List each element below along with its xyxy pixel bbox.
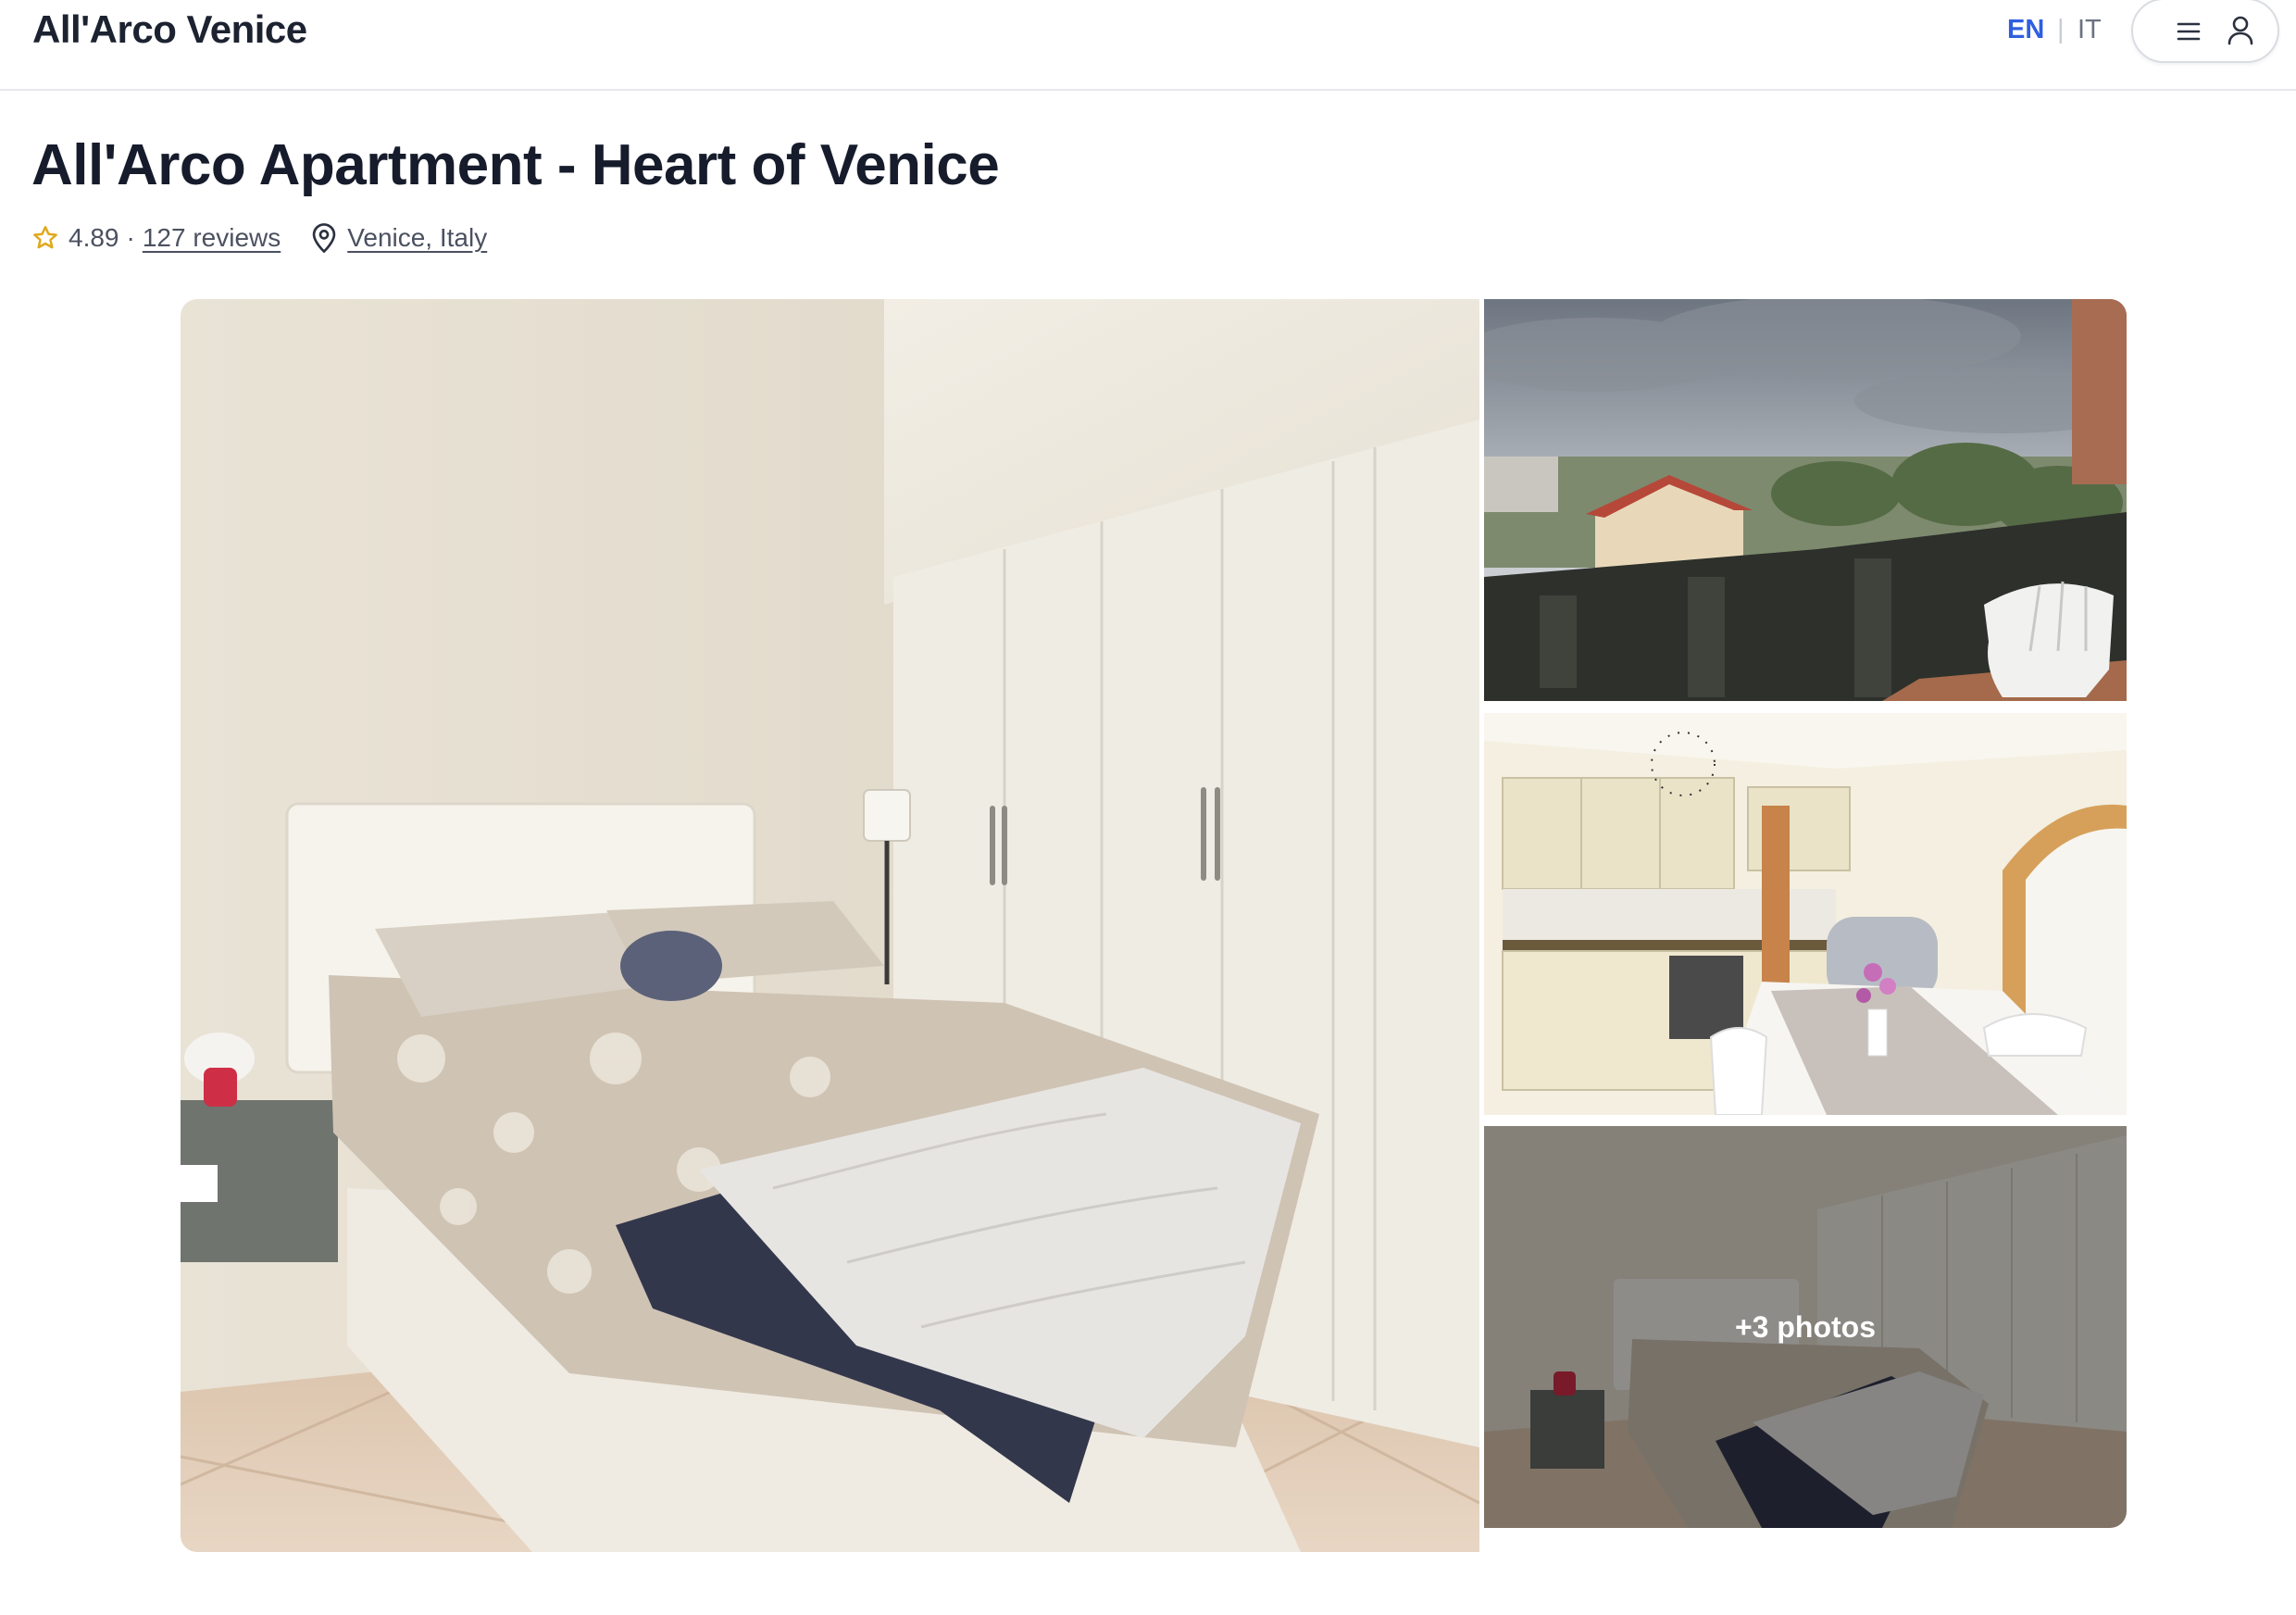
listing-title: All'Arco Apartment - Heart of Venice xyxy=(31,133,1000,197)
language-en[interactable]: EN xyxy=(2007,15,2044,45)
brand-logo[interactable]: All'Arco Venice xyxy=(32,7,307,52)
gallery-photo-more[interactable]: +3 photos xyxy=(1484,1126,2127,1528)
listing-meta: 4.89 · 127 reviews Venice, Italy xyxy=(31,219,487,257)
language-it[interactable]: IT xyxy=(2078,15,2102,45)
hamburger-icon xyxy=(2177,22,2201,41)
location-pin-icon xyxy=(312,223,336,254)
more-photos-overlay[interactable]: +3 photos xyxy=(1484,1126,2127,1528)
meta-separator: · xyxy=(126,223,135,252)
user-icon xyxy=(2227,16,2253,45)
location-link[interactable]: Venice, Italy xyxy=(347,223,487,253)
gallery-photo-kitchen[interactable] xyxy=(1484,713,2127,1115)
rating-value: 4.89 xyxy=(69,223,119,252)
reviews-link[interactable]: 127 reviews xyxy=(143,223,281,253)
photo-gallery: +3 photos xyxy=(181,299,2127,1552)
language-separator: | xyxy=(2057,15,2065,44)
top-nav-bar: All'Arco Venice EN | IT xyxy=(0,0,2296,91)
account-menu-button[interactable] xyxy=(2131,0,2279,63)
more-photos-label: +3 photos xyxy=(1734,1309,1876,1344)
gallery-photo-main[interactable] xyxy=(181,299,1479,1552)
gallery-photo-balcony[interactable] xyxy=(1484,299,2127,701)
star-icon xyxy=(33,226,57,249)
